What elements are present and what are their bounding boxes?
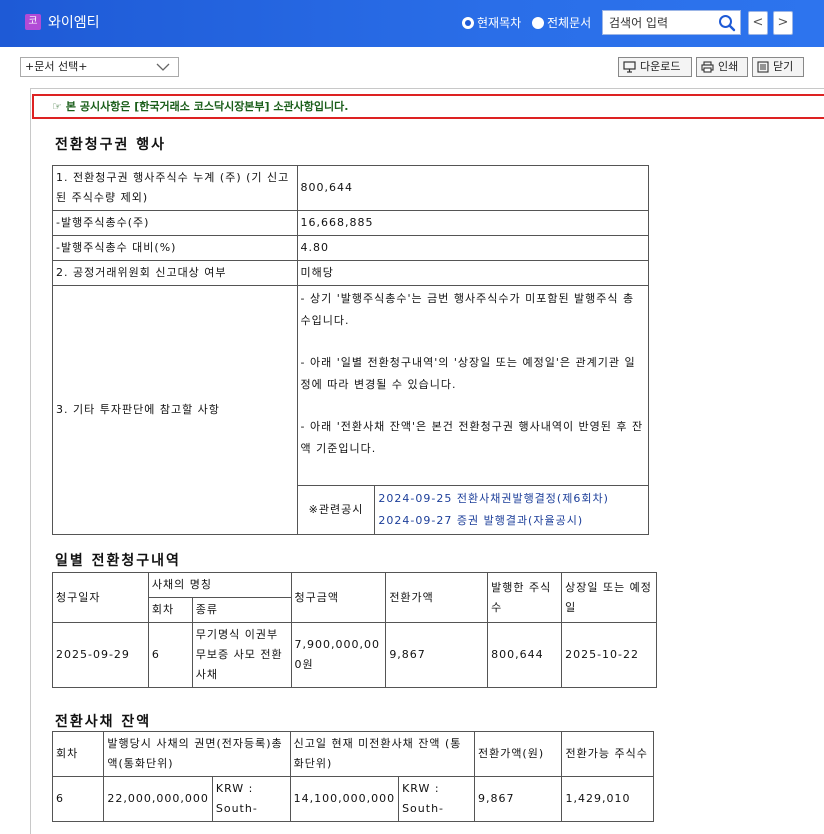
radio-current-toc[interactable]: 현재목차 [462,14,521,31]
col-header: 청구금액 [290,572,387,623]
close-label: 닫기 [773,60,794,73]
table-cell: 2025-09-29 [52,622,149,688]
document-viewer[interactable]: ☞ 본 공시사항은 [한국거래소 코스닥시장본부] 소관사항입니다. 전환청구권 … [30,88,824,834]
col-header: 발행한 주식수 [487,572,563,623]
chevron-right-icon: > [777,15,789,30]
search-box [602,10,741,35]
table-cell-value: 4.80 [296,235,650,261]
related-link[interactable]: 2024-09-25 전환사채권발행결정(제6회차) [378,488,645,510]
table-cell: 1,429,010 [561,776,654,822]
chevron-down-icon [156,63,170,71]
col-header: 신고일 현재 미전환사채 잔액 (통화단위) [289,731,475,777]
table-cell: 14,100,000,000 [289,776,400,822]
col-header: 발행당시 사채의 권면(전자등록)총액(통화단위) [103,731,291,777]
company-title: 와이엠티 [48,15,100,31]
next-button[interactable]: > [773,11,793,35]
table-cell: 800,644 [487,622,563,688]
col-header: 종류 [191,597,292,623]
table-cell-value: 800,644 [296,165,650,211]
prev-button[interactable]: < [748,11,768,35]
table-cell-label: 1. 전환청구권 행사주식수 누계 (주) (기 신고된 주식수량 제외) [52,165,298,211]
table-cell-value: 16,668,885 [296,210,650,236]
print-button[interactable]: 인쇄 [696,57,748,77]
radio-on-icon [462,16,474,29]
col-header: 전환가액(원) [473,731,563,777]
table-row: 2. 공정거래위원회 신고대상 여부 미해당 [52,260,650,286]
table-cell: 7,900,000,000원 [290,622,387,688]
table-cell: KRW : South- [211,776,291,822]
table-cell: 9,867 [385,622,489,688]
table-cell-value: 미해당 [296,260,650,286]
col-header: 청구일자 [52,572,149,623]
table-row: 2025-09-29 6 무기명식 이권부 무보증 사모 전환사채 7,900,… [52,622,657,688]
related-label: ※관련공시 [296,485,376,535]
search-icon[interactable] [718,14,736,32]
document-select-value: +문서 선택+ [25,60,88,73]
table-row: -발행주식총수 대비(%) 4.80 [52,235,650,261]
radio-off-icon [532,16,544,29]
chevron-left-icon: < [752,15,764,30]
table-cell-label: -발행주식총수(주) [52,210,298,236]
table-cell: 무기명식 이권부 무보증 사모 전환사채 [191,622,292,688]
table-cell: 6 [51,776,105,822]
table-row: -발행주식총수(주) 16,668,885 [52,210,650,236]
col-header: 회차 [147,597,193,623]
table-cell: 9,867 [473,776,563,822]
table-header-row: 청구일자 사채의 명칭 청구금액 전환가액 발행한 주식수 상장일 또는 예정일 [52,572,657,623]
download-label: 다운로드 [640,60,681,73]
radio-all-label: 전체문서 [547,16,592,30]
section-title-bond-balance: 전환사채 잔액 [55,714,152,730]
document-close-icon [757,61,769,73]
note-line: - 아래 '일별 전환청구내역'의 '상장일 또는 예정일'은 관계기관 일정에… [300,356,636,391]
print-label: 인쇄 [718,60,739,73]
document-select[interactable]: +문서 선택+ [20,57,179,77]
printer-icon [701,61,714,73]
col-header: 상장일 또는 예정일 [561,572,657,623]
table-cell: KRW : South- [398,776,475,822]
col-header: 회차 [51,731,105,777]
search-input[interactable] [609,14,717,32]
radio-current-label: 현재목차 [477,16,522,30]
radio-all-docs[interactable]: 전체문서 [532,14,591,31]
table-row: 3. 기타 투자판단에 참고할 사항 - 상기 '발행주식총수'는 금번 행사주… [52,285,650,535]
top-header: 코 와이엠티 현재목차 전체문서 < > [0,0,824,47]
jurisdiction-notice: ☞ 본 공시사항은 [한국거래소 코스닥시장본부] 소관사항입니다. [32,94,824,119]
monitor-download-icon [623,61,636,73]
table-cell: 2025-10-22 [561,622,657,688]
note-line: - 상기 '발행주식총수'는 금번 행사주식수가 미포함된 발행주식 총수입니다… [300,292,635,327]
note-line: - 아래 '전환사채 잔액'은 본건 전환청구권 행사내역이 반영된 후 잔액 … [300,420,644,455]
notes-cell: - 상기 '발행주식총수'는 금번 행사주식수가 미포함된 발행주식 총수입니다… [296,285,650,486]
table-cell: 22,000,000,000 [103,776,213,822]
daily-requests-table: 청구일자 사채의 명칭 청구금액 전환가액 발행한 주식수 상장일 또는 예정일… [52,572,657,688]
notice-text: 본 공시사항은 [한국거래소 코스닥시장본부] 소관사항입니다. [65,100,349,113]
col-header: 사채의 명칭 [147,572,292,598]
table-row: 1. 전환청구권 행사주식수 누계 (주) (기 신고된 주식수량 제외) 80… [52,165,650,211]
table-cell: 6 [147,622,193,688]
col-header: 전환가능 주식수 [561,731,654,777]
section-title-daily-requests: 일별 전환청구내역 [55,553,181,569]
bond-balance-table: 회차 발행당시 사채의 권면(전자등록)총액(통화단위) 신고일 현재 미전환사… [51,731,654,822]
related-links-cell: 2024-09-25 전환사채권발행결정(제6회차) 2024-09-27 증권… [374,485,649,535]
section-title-conversion-exercise: 전환청구권 행사 [55,137,167,153]
table-header-row: 회차 발행당시 사채의 권면(전자등록)총액(통화단위) 신고일 현재 미전환사… [51,731,654,777]
app-logo-icon: 코 [25,14,41,30]
close-button[interactable]: 닫기 [752,57,804,77]
table-cell-label: 2. 공정거래위원회 신고대상 여부 [52,260,298,286]
table-row: 6 22,000,000,000 KRW : South- 14,100,000… [51,776,654,822]
pointing-hand-icon: ☞ [52,100,62,113]
related-link[interactable]: 2024-09-27 증권 발행결과(자율공시) [378,510,645,532]
table-cell-label: -발행주식총수 대비(%) [52,235,298,261]
conversion-exercise-table: 1. 전환청구권 행사주식수 누계 (주) (기 신고된 주식수량 제외) 80… [52,165,650,535]
download-button[interactable]: 다운로드 [618,57,692,77]
table-cell-label: 3. 기타 투자판단에 참고할 사항 [52,285,298,535]
col-header: 전환가액 [385,572,489,623]
